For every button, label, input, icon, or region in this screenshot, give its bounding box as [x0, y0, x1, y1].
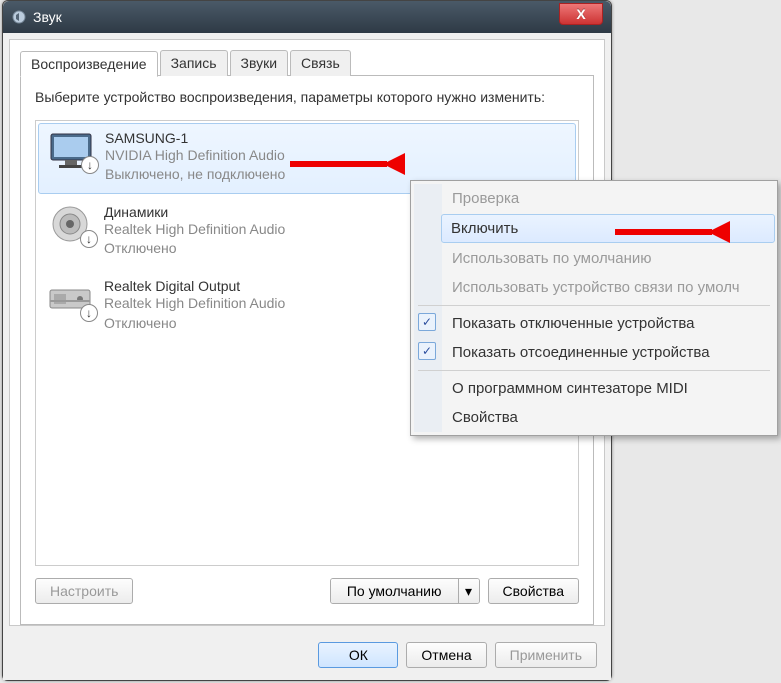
menu-set-comm-default[interactable]: Использовать устройство связи по умолч [442, 273, 774, 302]
device-name: Realtek Digital Output [104, 278, 285, 294]
device-driver: NVIDIA High Definition Audio [105, 146, 285, 166]
menu-properties[interactable]: Свойства [442, 403, 774, 432]
cancel-button[interactable]: Отмена [406, 642, 486, 668]
set-default-label: По умолчанию [331, 579, 459, 603]
set-default-button[interactable]: По умолчанию ▾ [330, 578, 480, 604]
device-info: Динамики Realtek High Definition Audio О… [104, 204, 285, 259]
menu-midi[interactable]: О программном синтезаторе MIDI [442, 374, 774, 403]
status-badge-icon: ↓ [80, 230, 98, 248]
menu-show-disconnected-label: Показать отсоединенные устройства [452, 344, 710, 361]
menu-set-default[interactable]: Использовать по умолчанию [442, 244, 774, 273]
menu-show-disabled[interactable]: ✓ Показать отключенные устройства [442, 309, 774, 338]
bottom-button-row: Настроить По умолчанию ▾ Свойства [35, 566, 579, 614]
instruction-text: Выберите устройство воспроизведения, пар… [35, 88, 579, 108]
menu-separator [418, 370, 770, 371]
device-driver: Realtek High Definition Audio [104, 220, 285, 240]
close-button[interactable]: X [559, 3, 603, 25]
status-badge-icon: ↓ [81, 156, 99, 174]
tab-comm[interactable]: Связь [290, 50, 351, 76]
tab-playback[interactable]: Воспроизведение [20, 51, 158, 77]
titlebar[interactable]: Звук X [3, 1, 611, 33]
context-menu[interactable]: Проверка Включить Использовать по умолча… [410, 180, 778, 436]
device-driver: Realtek High Definition Audio [104, 294, 285, 314]
properties-button[interactable]: Свойства [488, 578, 579, 604]
status-badge-icon: ↓ [80, 304, 98, 322]
device-info: SAMSUNG-1 NVIDIA High Definition Audio В… [105, 130, 285, 185]
speaker-icon: ↓ [46, 204, 94, 244]
tab-sounds[interactable]: Звуки [230, 50, 289, 76]
ok-button[interactable]: ОК [318, 642, 398, 668]
check-icon: ✓ [418, 313, 436, 331]
tab-strip: Воспроизведение Запись Звуки Связь [20, 50, 594, 76]
sound-icon [11, 9, 27, 25]
menu-separator [418, 305, 770, 306]
device-status: Отключено [104, 314, 285, 334]
menu-test[interactable]: Проверка [442, 184, 774, 213]
close-icon: X [576, 6, 585, 22]
device-status: Выключено, не подключено [105, 165, 285, 185]
monitor-icon: ↓ [47, 130, 95, 170]
menu-show-disconnected[interactable]: ✓ Показать отсоединенные устройства [442, 338, 774, 367]
menu-enable[interactable]: Включить [441, 214, 775, 243]
window-title: Звук [33, 9, 62, 25]
check-icon: ✓ [418, 342, 436, 360]
dialog-button-bar: ОК Отмена Применить [3, 632, 611, 680]
menu-show-disabled-label: Показать отключенные устройства [452, 315, 695, 332]
device-box-icon: ↓ [46, 278, 94, 318]
apply-button[interactable]: Применить [495, 642, 597, 668]
device-info: Realtek Digital Output Realtek High Defi… [104, 278, 285, 333]
dropdown-arrow-icon[interactable]: ▾ [459, 579, 479, 603]
device-name: Динамики [104, 204, 285, 220]
tab-recording[interactable]: Запись [160, 50, 228, 76]
configure-button[interactable]: Настроить [35, 578, 133, 604]
device-status: Отключено [104, 239, 285, 259]
device-name: SAMSUNG-1 [105, 130, 285, 146]
